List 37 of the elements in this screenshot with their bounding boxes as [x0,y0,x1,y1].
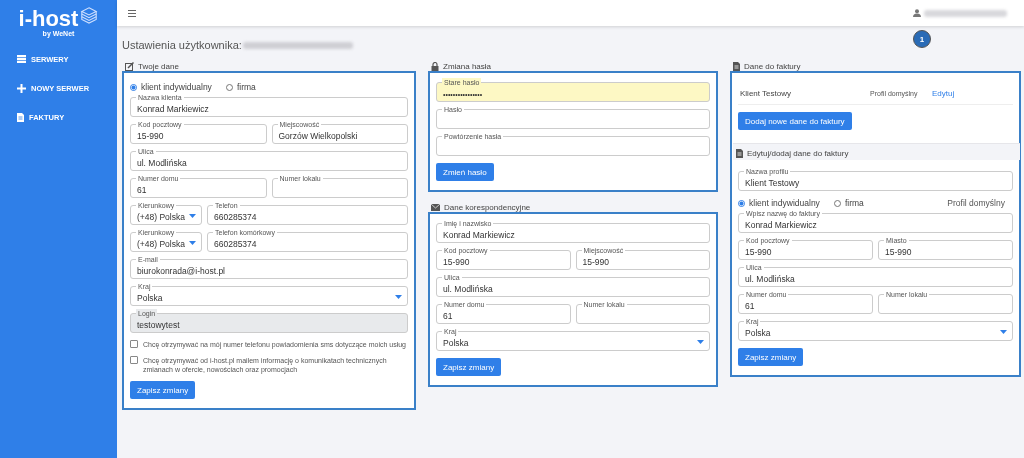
user-icon [913,9,921,17]
submit-button[interactable]: Dodaj nowe dane do faktury [738,112,852,130]
checkbox[interactable] [130,356,138,364]
radio-button[interactable] [130,83,137,91]
panel-title: Dane korespondencyjne [444,202,531,212]
logo-text: i-host [18,6,79,31]
caret-icon [395,295,402,299]
lock-icon [431,61,439,71]
edit-link[interactable]: Edytuj [932,88,955,98]
document-icon [17,112,24,122]
panel-title: Twoje dane [138,61,179,71]
caret-icon [189,214,196,218]
panel-title: Dane do faktury [744,61,801,71]
radio-label[interactable]: firma [844,198,864,208]
checkbox[interactable] [130,340,138,348]
radio-label[interactable]: klient indywidualny [749,198,820,208]
profile-name: Klient Testowy [740,88,792,98]
server-icon [17,55,26,63]
page-title: Ustawienia użytkownika: [122,39,242,51]
submit-button[interactable]: Zapisz zmiany [130,381,196,399]
panel-title: Zmiana hasła [443,61,492,71]
menu-icon[interactable] [128,9,136,17]
caret-icon [1000,330,1007,334]
submit-button[interactable]: Zapisz zmiany [436,358,502,376]
radio-label[interactable]: klient indywidualny [141,82,212,92]
caret-icon [189,241,196,245]
caret-icon [697,340,704,344]
callout-badge: 1 [913,30,931,48]
radio-label[interactable]: firma [236,82,256,92]
radio-button[interactable] [738,199,745,207]
edit-icon [125,61,134,71]
section-title: Edytuj/dodaj dane do faktury [747,148,849,158]
submit-button[interactable]: Zapisz zmiany [738,348,804,366]
submit-button[interactable]: Zmień hasło [436,163,494,181]
default-profile-label: Profil domyślny [947,198,1005,208]
plus-icon [17,83,26,93]
stacked-layers-icon [80,6,99,24]
